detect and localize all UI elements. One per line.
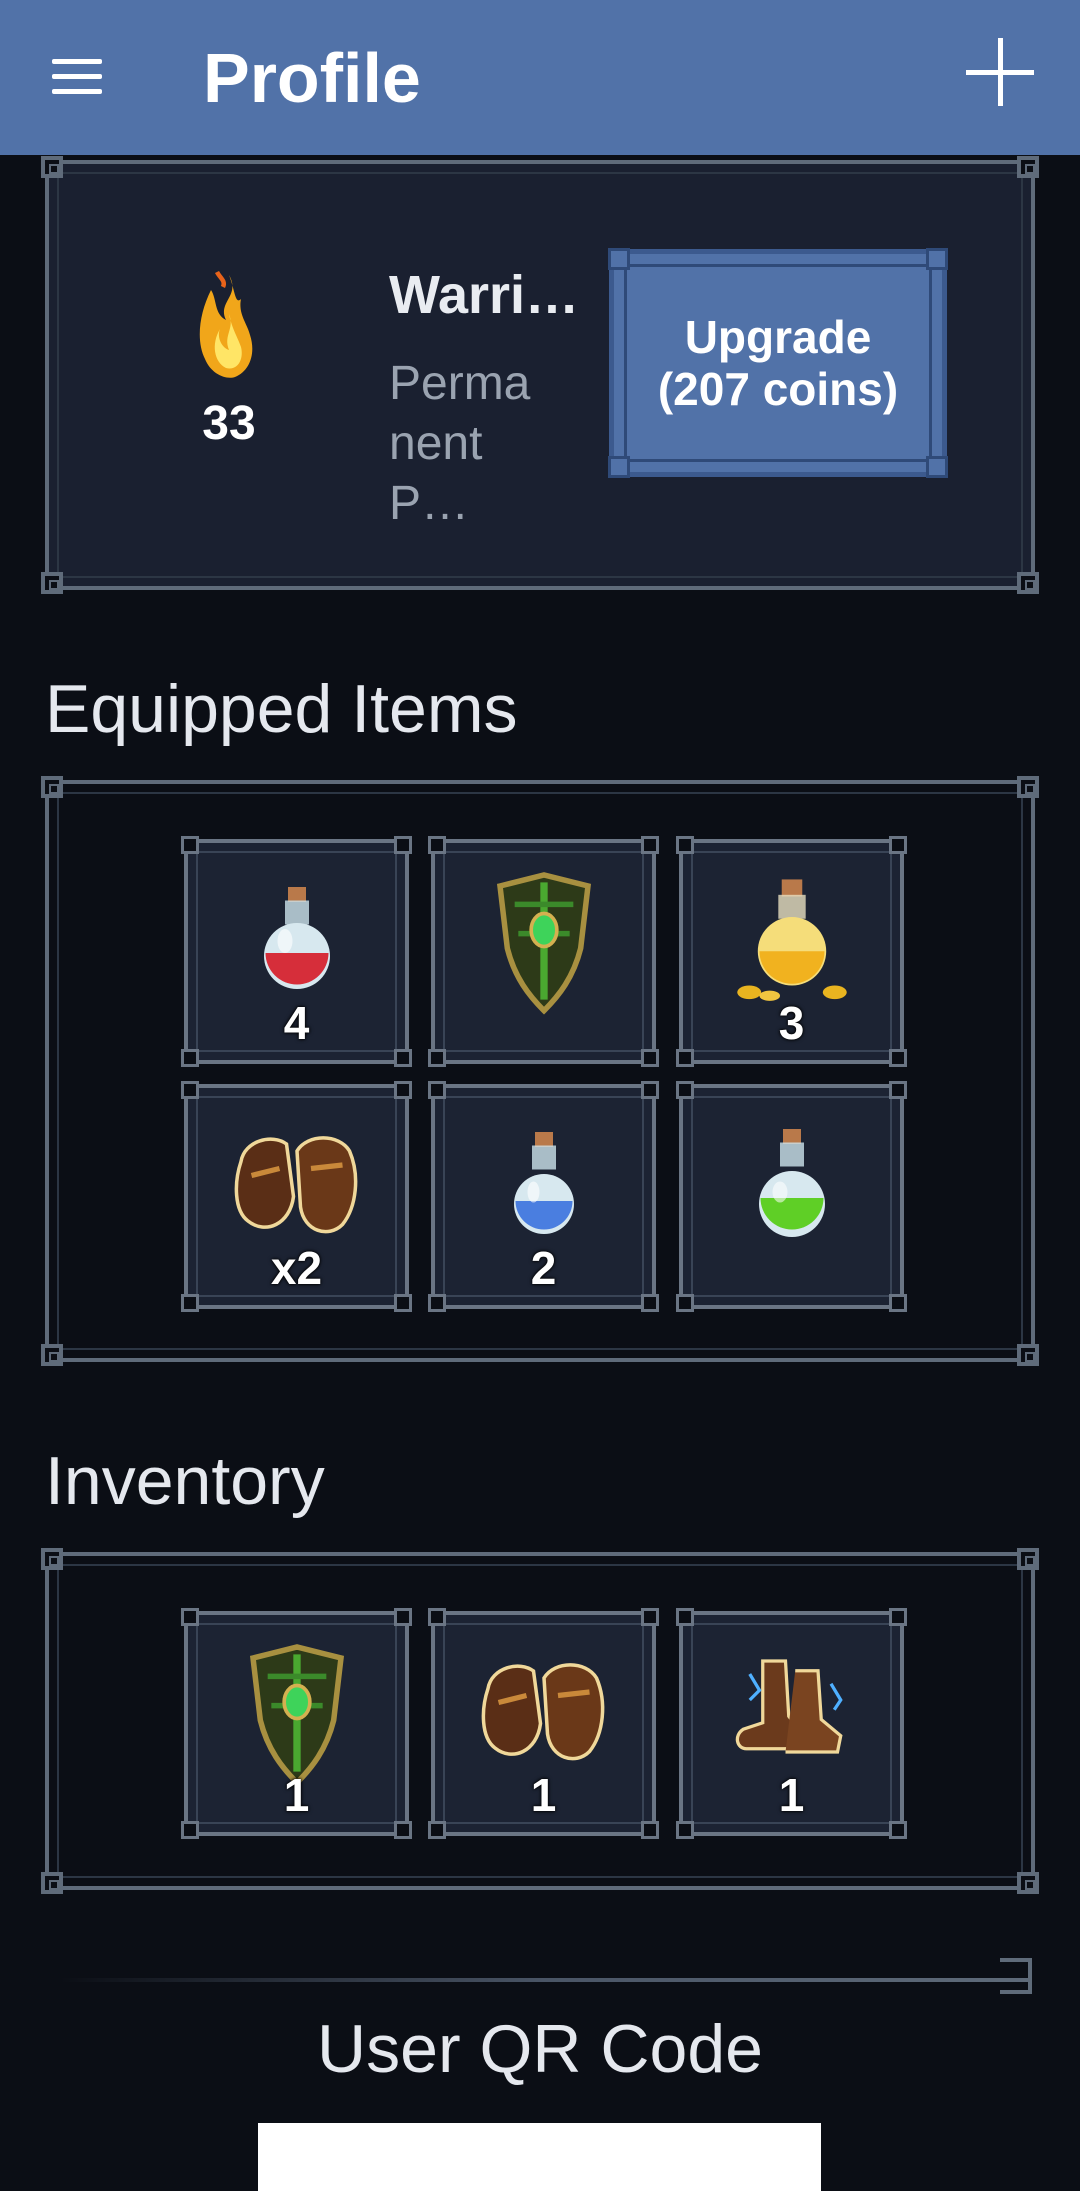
skill-name: Warri… (389, 265, 580, 325)
equipped-slot-green-potion[interactable] (676, 1081, 907, 1312)
item-quantity: 4 (283, 997, 310, 1049)
item-quantity: 2 (530, 1242, 557, 1294)
item-quantity: x2 (270, 1242, 323, 1294)
item-quantity: 3 (778, 997, 805, 1049)
qr-code-image (258, 2123, 821, 2191)
page-title: Profile (203, 39, 421, 117)
item-quantity: 1 (283, 1769, 310, 1821)
green-shield-icon (249, 1643, 344, 1787)
skill-description: Perma nent P… (389, 357, 531, 530)
leather-gloves-icon (234, 1135, 357, 1234)
equipped-slot-gold-potion[interactable]: 3 (676, 836, 907, 1067)
upgrade-button[interactable]: Upgrade (207 coins) (608, 248, 948, 478)
divider-ornament (1000, 1958, 1032, 1994)
skill-card: 33 Warri… Perma nent P… Upgrade (207 coi… (41, 156, 1039, 594)
item-quantity: 1 (778, 1769, 805, 1821)
app-bar: Profile (0, 0, 1080, 155)
green-shield-icon (496, 871, 591, 1015)
green-potion-icon (758, 1128, 825, 1237)
section-divider (60, 1978, 1030, 1982)
lightning-boots-icon (735, 1659, 843, 1754)
qr-code-heading: User QR Code (317, 2011, 763, 2087)
skill-level: 33 (202, 397, 256, 450)
equipped-slot-shield[interactable] (428, 836, 659, 1067)
leather-gloves-icon (481, 1662, 604, 1761)
blue-potion-icon (513, 1131, 574, 1234)
inventory-slot-gloves[interactable]: 1 (428, 1608, 659, 1839)
equipped-items-panel: 4 3 x2 2 (41, 776, 1039, 1366)
inventory-slot-boots[interactable]: 1 (676, 1608, 907, 1839)
flame-icon (199, 270, 253, 378)
red-potion-icon (263, 886, 330, 989)
hamburger-menu-icon[interactable] (48, 52, 110, 102)
equipped-slot-gloves[interactable]: x2 (181, 1081, 412, 1312)
item-quantity: 1 (530, 1769, 557, 1821)
plus-icon[interactable] (966, 38, 1034, 106)
inventory-slot-shield[interactable]: 1 (181, 1608, 412, 1839)
inventory-heading: Inventory (45, 1443, 325, 1519)
equipped-slot-red-potion[interactable]: 4 (181, 836, 412, 1067)
upgrade-button-label: Upgrade (207 coins) (657, 311, 899, 415)
gold-potion-icon (736, 879, 847, 1001)
inventory-panel: 1 1 1 (41, 1548, 1039, 1894)
equipped-items-heading: Equipped Items (45, 671, 518, 747)
equipped-slot-blue-potion[interactable]: 2 (428, 1081, 659, 1312)
